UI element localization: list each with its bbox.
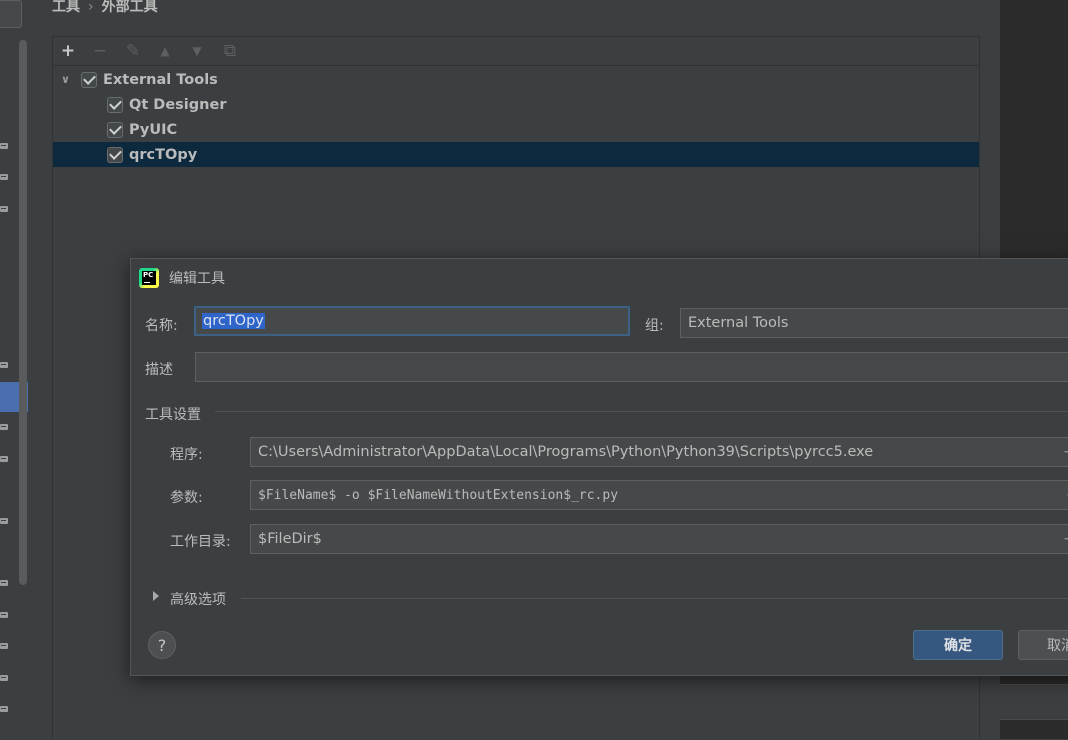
section-divider [241, 598, 1068, 599]
tree-item-icon[interactable] [0, 174, 8, 180]
edit-icon[interactable]: ✎ [124, 42, 142, 60]
tree-item-qrctopy[interactable]: qrcTOpy [53, 142, 979, 167]
breadcrumb-current: 外部工具 [101, 0, 158, 15]
chevron-down-icon[interactable]: ∨ [61, 73, 77, 86]
program-label: 程序: [170, 447, 203, 463]
tree-item-label: PyUIC [129, 121, 178, 138]
arguments-input[interactable]: $FileName$ -o $FileNameWithoutExtension$… [250, 480, 1068, 510]
add-icon[interactable]: + [59, 42, 77, 60]
item-checkbox[interactable] [107, 121, 123, 138]
tree-item-icon[interactable] [0, 580, 8, 586]
tree-item-icon[interactable] [0, 706, 8, 712]
arguments-label: 参数: [170, 490, 203, 506]
program-input[interactable]: C:\Users\Administrator\AppData\Local\Pro… [250, 437, 1068, 467]
chevron-right-icon[interactable] [153, 591, 159, 601]
tools-toolbar: + − ✎ ▲ ▼ ⧉ [53, 37, 979, 66]
settings-tree-strip [0, 0, 31, 739]
settings-search-input[interactable] [0, 0, 22, 28]
group-combobox-value: External Tools [688, 315, 789, 331]
description-input[interactable] [195, 352, 1068, 382]
working-dir-input[interactable]: $FileDir$ + [250, 524, 1068, 554]
tree-item-label: Qt Designer [129, 96, 227, 113]
dialog-title-bar: PC 编辑工具 [139, 267, 225, 289]
program-input-value: C:\Users\Administrator\AppData\Local\Pro… [258, 444, 874, 460]
breadcrumb-parent[interactable]: 工具 [52, 0, 80, 15]
name-label: 名称: [145, 318, 178, 334]
tree-item-label: qrcTOpy [129, 146, 198, 163]
name-input[interactable]: qrcTOpy [194, 306, 630, 336]
section-divider [215, 411, 1068, 412]
tree-item-icon[interactable] [0, 612, 8, 618]
tree-group-label: External Tools [103, 71, 218, 88]
advanced-options-toggle[interactable]: 高级选项 [170, 589, 226, 609]
move-down-icon[interactable]: ▼ [188, 42, 206, 60]
tree-item-icon[interactable] [0, 675, 8, 681]
tool-settings-heading: 工具设置 [145, 407, 201, 423]
name-input-value: qrcTOpy [202, 313, 265, 329]
tree-item-icon[interactable] [0, 143, 8, 149]
settings-tree-scrollbar[interactable] [19, 40, 27, 585]
working-dir-input-value: $FileDir$ [258, 531, 322, 547]
item-checkbox[interactable] [107, 96, 123, 113]
group-combobox[interactable]: External Tools [680, 308, 1068, 338]
tree-item-pyuic[interactable]: PyUIC [53, 117, 979, 142]
tree-item-icon[interactable] [0, 424, 8, 430]
item-checkbox[interactable] [107, 146, 123, 163]
working-dir-insert-macro-icon[interactable]: + [1063, 530, 1068, 548]
tree-group-row[interactable]: ∨ External Tools [53, 67, 979, 92]
edit-tool-dialog: PC 编辑工具 名称: qrcTOpy 组: External Tools 描述… [130, 258, 1068, 676]
tree-item-icon[interactable] [0, 206, 8, 212]
remove-icon[interactable]: − [91, 42, 109, 60]
group-label: 组: [645, 318, 664, 334]
description-label: 描述 [145, 362, 173, 378]
tree-item-icon[interactable] [0, 518, 8, 524]
tree-item-qt-designer[interactable]: Qt Designer [53, 92, 979, 117]
move-up-icon[interactable]: ▲ [156, 42, 174, 60]
tree-item-icon[interactable] [0, 362, 8, 368]
breadcrumb: 工具 › 外部工具 [52, 0, 158, 16]
tree-item-icon[interactable] [0, 456, 8, 462]
ok-button[interactable]: 确定 [913, 630, 1003, 660]
group-checkbox[interactable] [81, 71, 97, 88]
dialog-title: 编辑工具 [169, 271, 225, 287]
pycharm-logo-icon: PC [139, 268, 159, 288]
arguments-input-value: $FileName$ -o $FileNameWithoutExtension$… [258, 487, 619, 503]
cancel-button[interactable]: 取消 [1018, 630, 1068, 660]
working-dir-label: 工作目录: [170, 534, 231, 550]
help-button[interactable]: ? [148, 631, 176, 659]
copy-icon[interactable]: ⧉ [221, 42, 239, 60]
breadcrumb-separator: › [88, 0, 94, 15]
tree-item-icon[interactable] [0, 643, 8, 649]
program-insert-macro-icon[interactable]: + [1063, 443, 1068, 461]
bottom-bar [1000, 684, 1068, 720]
